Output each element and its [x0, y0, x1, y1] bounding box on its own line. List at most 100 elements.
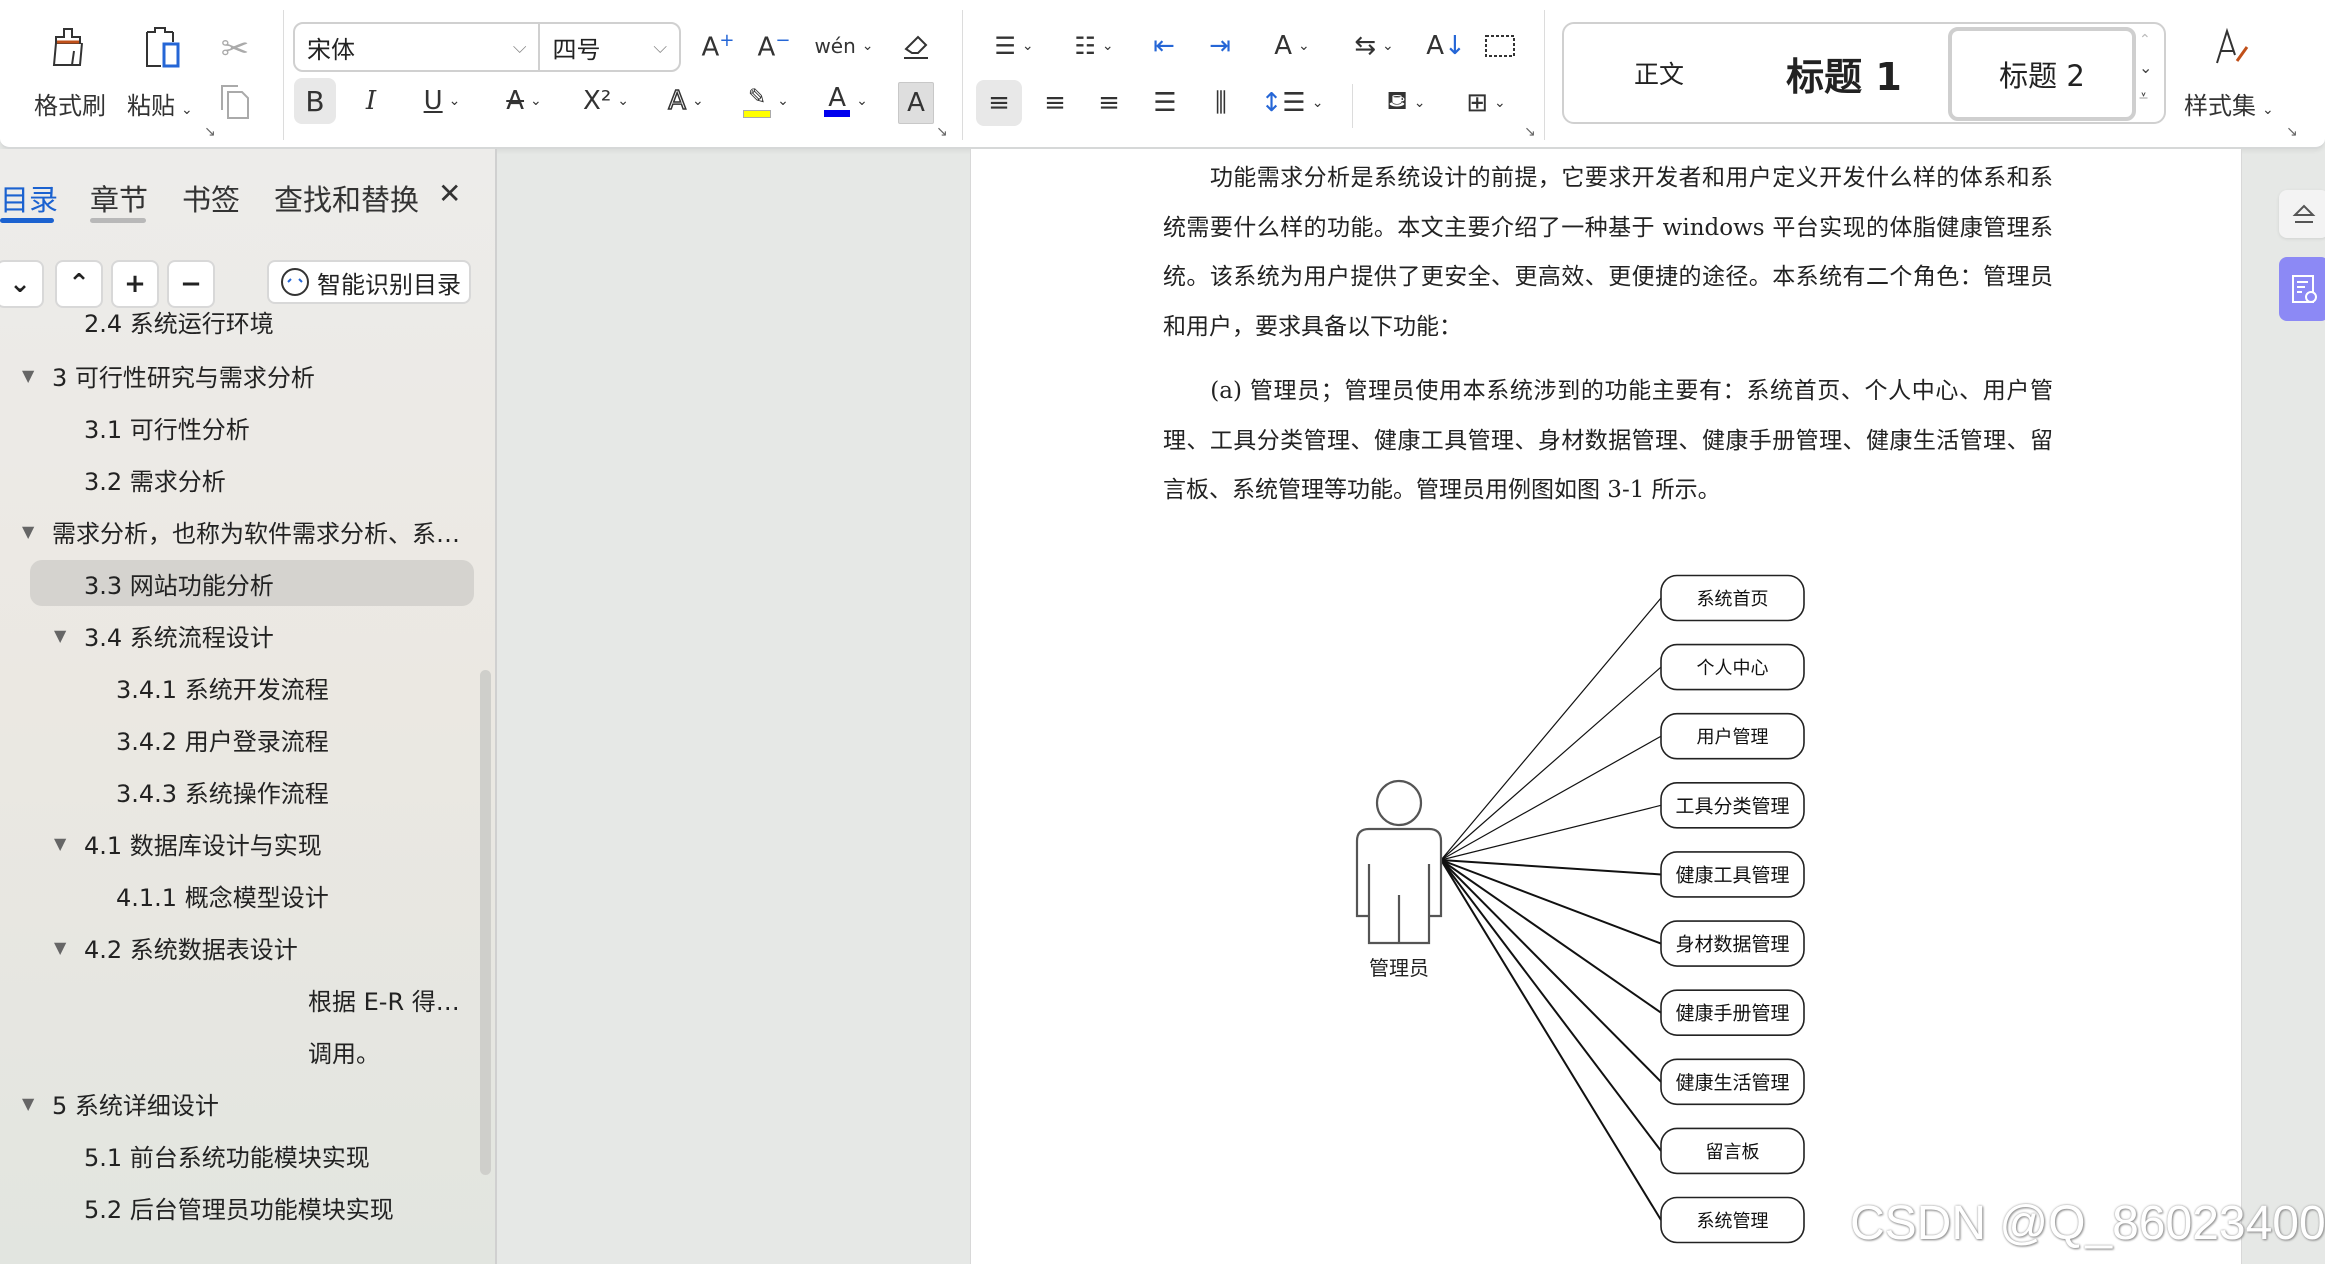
- format-painter-label[interactable]: 格式刷: [34, 86, 106, 121]
- line-spacing-button[interactable]: ↕ ☰ ⌄: [1261, 80, 1324, 126]
- toc-item[interactable]: 3.2 需求分析: [0, 454, 480, 504]
- bold-button[interactable]: B: [294, 78, 336, 124]
- toc-item-label: 3.1 可行性分析: [84, 415, 250, 444]
- clipboard-dialog-launcher[interactable]: ↘: [204, 124, 216, 140]
- toc-item[interactable]: 5.2 后台管理员功能模块实现: [0, 1182, 480, 1232]
- gallery-expand[interactable]: ⩡: [2139, 86, 2148, 106]
- styles-dialog-launcher[interactable]: ↘: [2286, 124, 2298, 140]
- style-heading-2[interactable]: 标题 2: [1948, 27, 2136, 121]
- style-normal[interactable]: 正文: [1594, 24, 1724, 122]
- association-line: [1440, 859, 1662, 1221]
- numbering-button[interactable]: ☷ ⌄: [1064, 24, 1124, 68]
- font-color-icon: A: [824, 85, 851, 117]
- toc-item[interactable]: ▼ 3 可行性研究与需求分析: [0, 350, 480, 400]
- document-review-icon: [2292, 275, 2317, 303]
- font-dialog-launcher[interactable]: ↘: [936, 124, 948, 140]
- expand-toggle-icon[interactable]: ▼: [54, 938, 66, 957]
- justify-button[interactable]: ☰: [1142, 80, 1188, 126]
- ruler-button[interactable]: [1478, 24, 1522, 68]
- paragraph-dialog-launcher[interactable]: ↘: [1524, 124, 1536, 140]
- font-name-select[interactable]: 宋体 ⌵: [295, 24, 538, 70]
- toc-item[interactable]: 3.1 可行性分析: [0, 402, 480, 452]
- paste-dropdown[interactable]: 粘贴 ⌄: [127, 86, 193, 121]
- group-separator: [1544, 10, 1545, 140]
- borders-button[interactable]: ⊞ ⌄: [1456, 80, 1516, 126]
- tab-bookmarks[interactable]: 书签: [182, 177, 240, 219]
- clear-formatting-button[interactable]: [894, 24, 938, 68]
- style-heading-1[interactable]: 标题 1: [1759, 24, 1929, 122]
- tab-chapters[interactable]: 章节: [90, 177, 148, 219]
- paste-button[interactable]: [135, 22, 191, 72]
- toc-scrollbar[interactable]: [480, 670, 491, 1175]
- toc-item[interactable]: 5.1 前台系统功能模块实现: [0, 1130, 480, 1180]
- tab-find-replace[interactable]: 查找和替换: [274, 177, 419, 219]
- rtl-button[interactable]: ⇆ ⌄: [1344, 24, 1404, 68]
- toc-item[interactable]: 3.4.2 用户登录流程: [0, 714, 480, 764]
- text-direction-button[interactable]: A ⌄: [1262, 24, 1322, 68]
- cut-button[interactable]: ✂: [212, 26, 258, 72]
- pane-divider[interactable]: [495, 149, 497, 1264]
- increase-indent-button[interactable]: ⇥: [1198, 24, 1242, 68]
- bullets-button[interactable]: ☰ ⌄: [984, 24, 1044, 68]
- style-set-dropdown[interactable]: 样式集 ⌄: [2184, 86, 2274, 121]
- format-painter-button[interactable]: [40, 22, 96, 72]
- expand-toggle-icon[interactable]: ▼: [54, 626, 66, 645]
- distributed-button[interactable]: ⫼: [1198, 80, 1244, 126]
- character-shading-button[interactable]: A: [898, 82, 934, 124]
- highlight-button[interactable]: ✎ ⌄: [736, 78, 796, 124]
- decrease-indent-button[interactable]: ⇤: [1142, 24, 1186, 68]
- toc-item[interactable]: 调用。: [0, 1026, 480, 1076]
- superscript-button[interactable]: X² ⌄: [576, 78, 636, 124]
- sort-button[interactable]: A↓: [1424, 24, 1468, 68]
- toc-item-label: 4.1.1 概念模型设计: [116, 883, 329, 912]
- decrease-font-size-button[interactable]: A−: [752, 24, 796, 68]
- font-size-value: 四号: [552, 35, 601, 64]
- toc-item[interactable]: 3.3 网站功能分析: [0, 558, 480, 608]
- expand-toggle-icon[interactable]: ▼: [54, 834, 66, 853]
- plus-icon: +: [124, 269, 146, 299]
- phonetic-guide-button[interactable]: wén ⌄: [814, 24, 874, 68]
- font-size-select[interactable]: 四号 ⌵: [538, 24, 679, 70]
- gallery-scroll-up[interactable]: ⌃: [2139, 32, 2151, 48]
- close-pane-button[interactable]: ✕: [438, 177, 461, 210]
- style-set-button[interactable]: [2205, 22, 2261, 72]
- smart-toc-label: 智能识别目录: [317, 270, 461, 299]
- expand-toggle-icon[interactable]: ▼: [22, 366, 34, 385]
- italic-button[interactable]: I: [350, 78, 392, 124]
- document-page[interactable]: 功能需求分析是系统设计的前提，它要求开发者和用户定义开发什么样的体系和系统需要什…: [970, 149, 2242, 1264]
- copy-button[interactable]: [212, 78, 258, 124]
- underline-button[interactable]: U ⌄: [412, 78, 472, 124]
- align-left-button[interactable]: ≡: [976, 80, 1022, 126]
- expand-toggle-icon[interactable]: ▼: [22, 1094, 34, 1113]
- toc-item-label: 4.2 系统数据表设计: [84, 935, 298, 964]
- strikethrough-button[interactable]: A ⌄: [494, 78, 554, 124]
- toc-item[interactable]: ▼ 5 系统详细设计: [0, 1078, 480, 1128]
- increase-font-size-button[interactable]: A+: [696, 24, 740, 68]
- align-right-button[interactable]: ≡: [1086, 80, 1132, 126]
- text-effect-button[interactable]: A ⌄: [656, 78, 716, 124]
- tab-toc[interactable]: 目录: [0, 177, 58, 219]
- chevron-down-icon: ⌄: [617, 93, 629, 109]
- toc-item[interactable]: 3.4.1 系统开发流程: [0, 662, 480, 712]
- toc-item[interactable]: ▼ 3.4 系统流程设计: [0, 610, 480, 660]
- collapse-ribbon-button[interactable]: [2279, 190, 2325, 238]
- font-color-button[interactable]: A ⌄: [816, 78, 876, 124]
- use-case-label: 健康工具管理: [1675, 864, 1789, 886]
- toc-item[interactable]: 2.4 系统运行环境: [0, 296, 480, 346]
- toc-item[interactable]: ▼ 需求分析，也称为软件需求分析、系…: [0, 506, 480, 556]
- ruler-icon: [1485, 35, 1515, 57]
- toc-item[interactable]: ▼ 4.2 系统数据表设计: [0, 922, 480, 972]
- align-center-button[interactable]: ≡: [1032, 80, 1078, 126]
- toc-item[interactable]: 根据 E-R 得…: [0, 974, 480, 1024]
- use-case-label: 工具分类管理: [1675, 795, 1789, 817]
- document-review-button[interactable]: [2279, 257, 2325, 321]
- association-line: [1440, 735, 1662, 861]
- toc-item[interactable]: ▼ 4.1 数据库设计与实现: [0, 818, 480, 868]
- shading-button[interactable]: ⛾ ⌄: [1376, 80, 1436, 126]
- toc-item[interactable]: 3.4.3 系统操作流程: [0, 766, 480, 816]
- style-set-label: 样式集: [2184, 92, 2256, 120]
- expand-toggle-icon[interactable]: ▼: [22, 522, 34, 541]
- gallery-scroll-down[interactable]: ⌄: [2139, 58, 2152, 77]
- toc-item[interactable]: 4.1.1 概念模型设计: [0, 870, 480, 920]
- chevron-down-icon: ⌄: [1413, 95, 1426, 111]
